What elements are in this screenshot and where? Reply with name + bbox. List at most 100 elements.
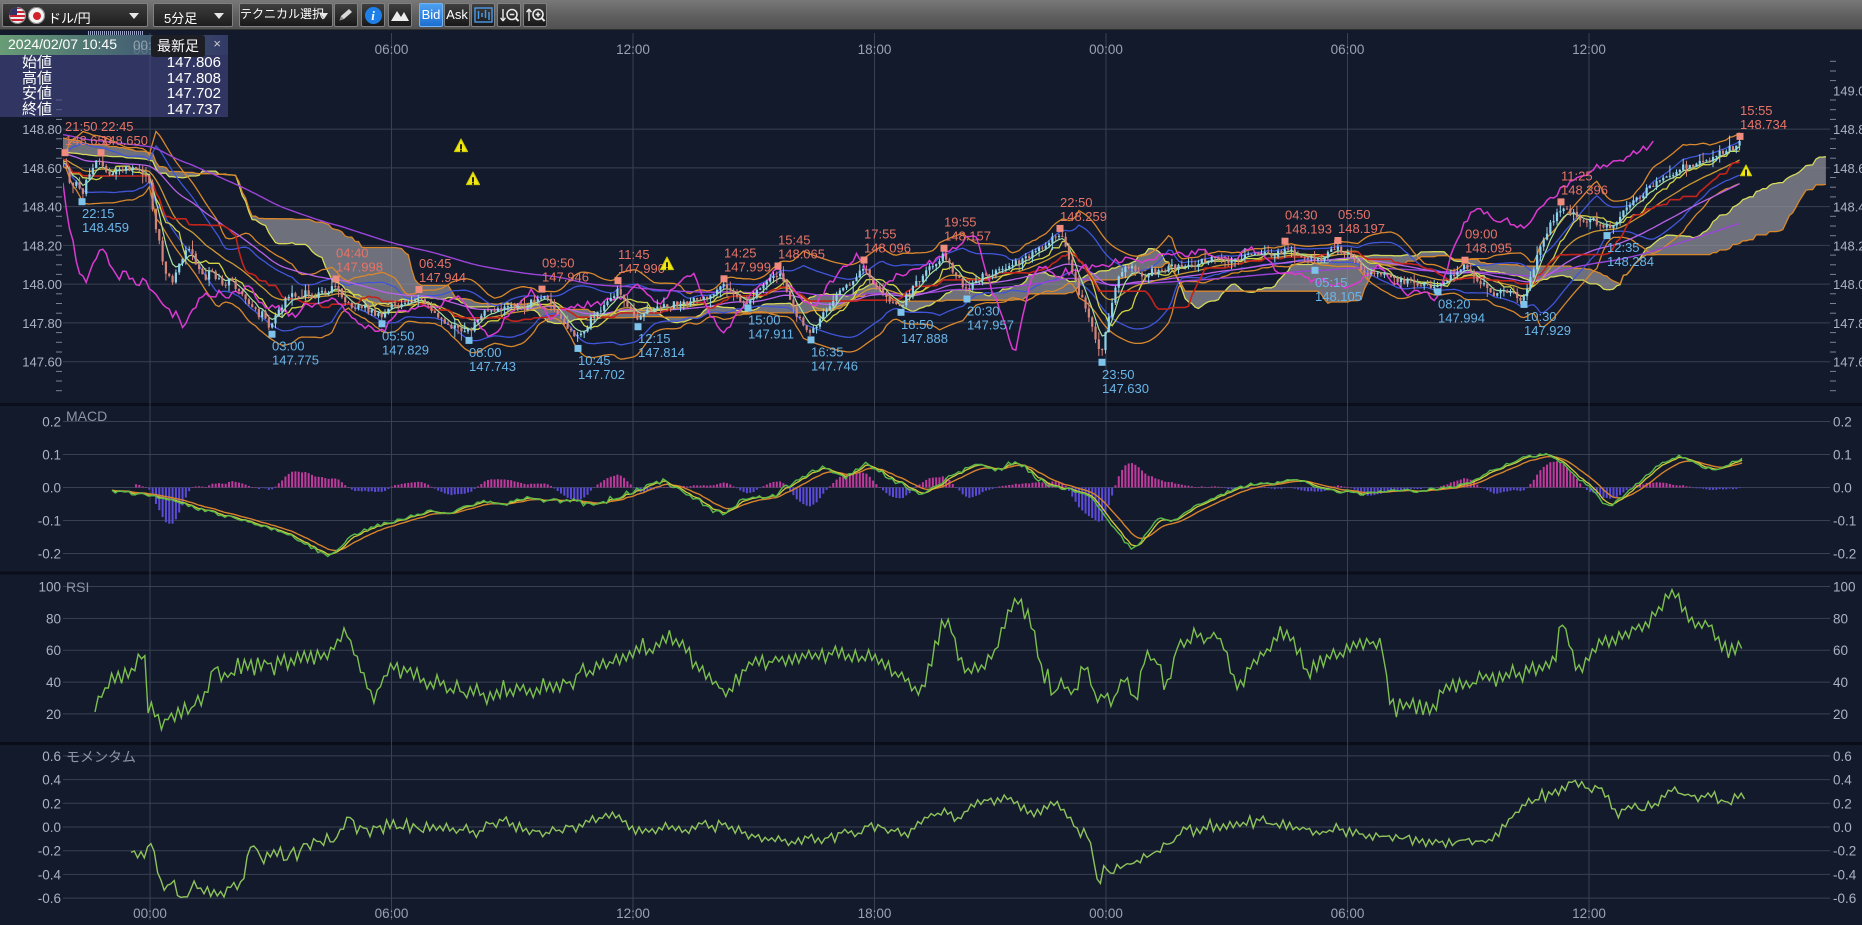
svg-text:147.775: 147.775: [272, 353, 319, 368]
svg-text:0.0: 0.0: [1833, 481, 1852, 496]
svg-text:60: 60: [1833, 643, 1848, 658]
svg-text:05:50: 05:50: [1338, 207, 1371, 222]
svg-text:80: 80: [1833, 611, 1848, 626]
svg-text:147.888: 147.888: [901, 331, 948, 346]
svg-text:00:00: 00:00: [133, 906, 167, 920]
svg-text:0.1: 0.1: [1833, 448, 1852, 463]
svg-text:148.650: 148.650: [101, 133, 148, 148]
svg-text:147.6: 147.6: [1833, 355, 1862, 370]
svg-text:0.4: 0.4: [42, 773, 61, 788]
svg-text:0.1: 0.1: [42, 448, 61, 463]
svg-text:147.8: 147.8: [1833, 316, 1862, 331]
svg-text:149.0: 149.0: [1833, 83, 1862, 98]
svg-text:18:00: 18:00: [858, 906, 892, 920]
svg-text:60: 60: [46, 643, 61, 658]
svg-text:148.0: 148.0: [1833, 277, 1862, 292]
svg-text:0.2: 0.2: [1833, 796, 1852, 811]
svg-text:16:35: 16:35: [811, 344, 844, 359]
svg-text:147.60: 147.60: [22, 355, 62, 370]
svg-text:147.746: 147.746: [811, 358, 858, 373]
svg-text:18:50: 18:50: [901, 317, 934, 332]
svg-text:15:00: 15:00: [748, 312, 781, 327]
svg-text:05:50: 05:50: [382, 328, 415, 343]
svg-text:148.193: 148.193: [1285, 222, 1332, 237]
svg-text:148.284: 148.284: [1607, 254, 1654, 269]
svg-text:0.0: 0.0: [1833, 820, 1852, 835]
svg-text:147.998: 147.998: [336, 260, 383, 275]
svg-text:148.259: 148.259: [1060, 209, 1107, 224]
svg-text:147.999: 147.999: [724, 259, 771, 274]
svg-text:20:30: 20:30: [967, 304, 1000, 319]
svg-text:0.2: 0.2: [42, 796, 61, 811]
svg-text:0.6: 0.6: [1833, 749, 1852, 764]
svg-text:40: 40: [1833, 675, 1848, 690]
svg-text:80: 80: [46, 611, 61, 626]
svg-text:11:25: 11:25: [1561, 168, 1593, 183]
svg-text:0.4: 0.4: [1833, 773, 1852, 788]
svg-text:100: 100: [38, 580, 61, 595]
svg-text:-0.6: -0.6: [38, 891, 61, 906]
svg-text:12:00: 12:00: [616, 42, 650, 57]
svg-text:0.2: 0.2: [42, 415, 61, 430]
svg-text:12:00: 12:00: [616, 906, 650, 920]
svg-text:147.743: 147.743: [469, 359, 516, 374]
svg-text:148.80: 148.80: [22, 122, 62, 137]
svg-text:147.946: 147.946: [542, 270, 589, 285]
svg-text:148.105: 148.105: [1315, 289, 1362, 304]
svg-text:04:40: 04:40: [336, 246, 369, 261]
svg-text:148.4: 148.4: [1833, 200, 1862, 215]
svg-text:148.20: 148.20: [22, 238, 62, 253]
svg-text:147.944: 147.944: [419, 270, 466, 285]
svg-text:-0.4: -0.4: [1833, 867, 1857, 882]
svg-text:-0.2: -0.2: [38, 844, 61, 859]
svg-text:20: 20: [46, 707, 61, 722]
svg-text:0.6: 0.6: [42, 749, 61, 764]
svg-text:06:45: 06:45: [419, 256, 452, 271]
svg-text:148.6: 148.6: [1833, 161, 1862, 176]
svg-text:19:55: 19:55: [944, 215, 977, 230]
svg-text:0.0: 0.0: [42, 820, 61, 835]
svg-text:03:00: 03:00: [272, 339, 305, 354]
svg-text:147.957: 147.957: [967, 318, 1014, 333]
svg-text:12:00: 12:00: [1572, 42, 1606, 57]
svg-text:21:50: 21:50: [65, 119, 98, 134]
svg-text:12:00: 12:00: [1572, 906, 1606, 920]
svg-text:40: 40: [46, 675, 61, 690]
svg-text:11:45: 11:45: [618, 247, 650, 262]
svg-text:12:35: 12:35: [1607, 240, 1640, 255]
svg-text:147.911: 147.911: [748, 326, 794, 341]
svg-text:147.630: 147.630: [1102, 381, 1149, 396]
svg-text:06:00: 06:00: [375, 42, 409, 57]
svg-text:148.734: 148.734: [1740, 117, 1787, 132]
svg-text:10:45: 10:45: [578, 353, 611, 368]
svg-text:147.829: 147.829: [382, 342, 429, 357]
svg-text:-0.2: -0.2: [38, 547, 61, 562]
svg-text:0.0: 0.0: [42, 481, 61, 496]
svg-text:147.814: 147.814: [638, 345, 685, 360]
svg-text:148.396: 148.396: [1561, 182, 1608, 197]
svg-text:22:45: 22:45: [101, 119, 134, 134]
svg-text:09:00: 09:00: [1465, 227, 1498, 242]
svg-text:15:55: 15:55: [1740, 103, 1773, 118]
svg-text:148.2: 148.2: [1833, 238, 1862, 253]
svg-text:148.197: 148.197: [1338, 221, 1385, 236]
svg-text:06:00: 06:00: [1331, 906, 1365, 920]
svg-text:22:15: 22:15: [82, 206, 115, 221]
svg-text:148.8: 148.8: [1833, 122, 1862, 137]
svg-text:モメンタム: モメンタム: [66, 749, 136, 765]
svg-text:06:00: 06:00: [375, 906, 409, 920]
svg-text:148.096: 148.096: [864, 241, 911, 256]
svg-text:148.065: 148.065: [778, 247, 825, 262]
svg-text:06:00: 06:00: [1331, 42, 1365, 57]
svg-text:00:00: 00:00: [1089, 906, 1123, 920]
svg-text:148.157: 148.157: [944, 229, 991, 244]
svg-text:-0.1: -0.1: [1833, 514, 1856, 529]
svg-text:-0.6: -0.6: [1833, 891, 1856, 906]
svg-text:148.095: 148.095: [1465, 241, 1512, 256]
svg-text:-0.4: -0.4: [38, 867, 62, 882]
svg-text:17:55: 17:55: [864, 227, 897, 242]
svg-text:04:30: 04:30: [1285, 208, 1318, 223]
svg-text:09:50: 09:50: [542, 256, 575, 271]
svg-text:147.80: 147.80: [22, 316, 62, 331]
svg-text:15:45: 15:45: [778, 233, 811, 248]
